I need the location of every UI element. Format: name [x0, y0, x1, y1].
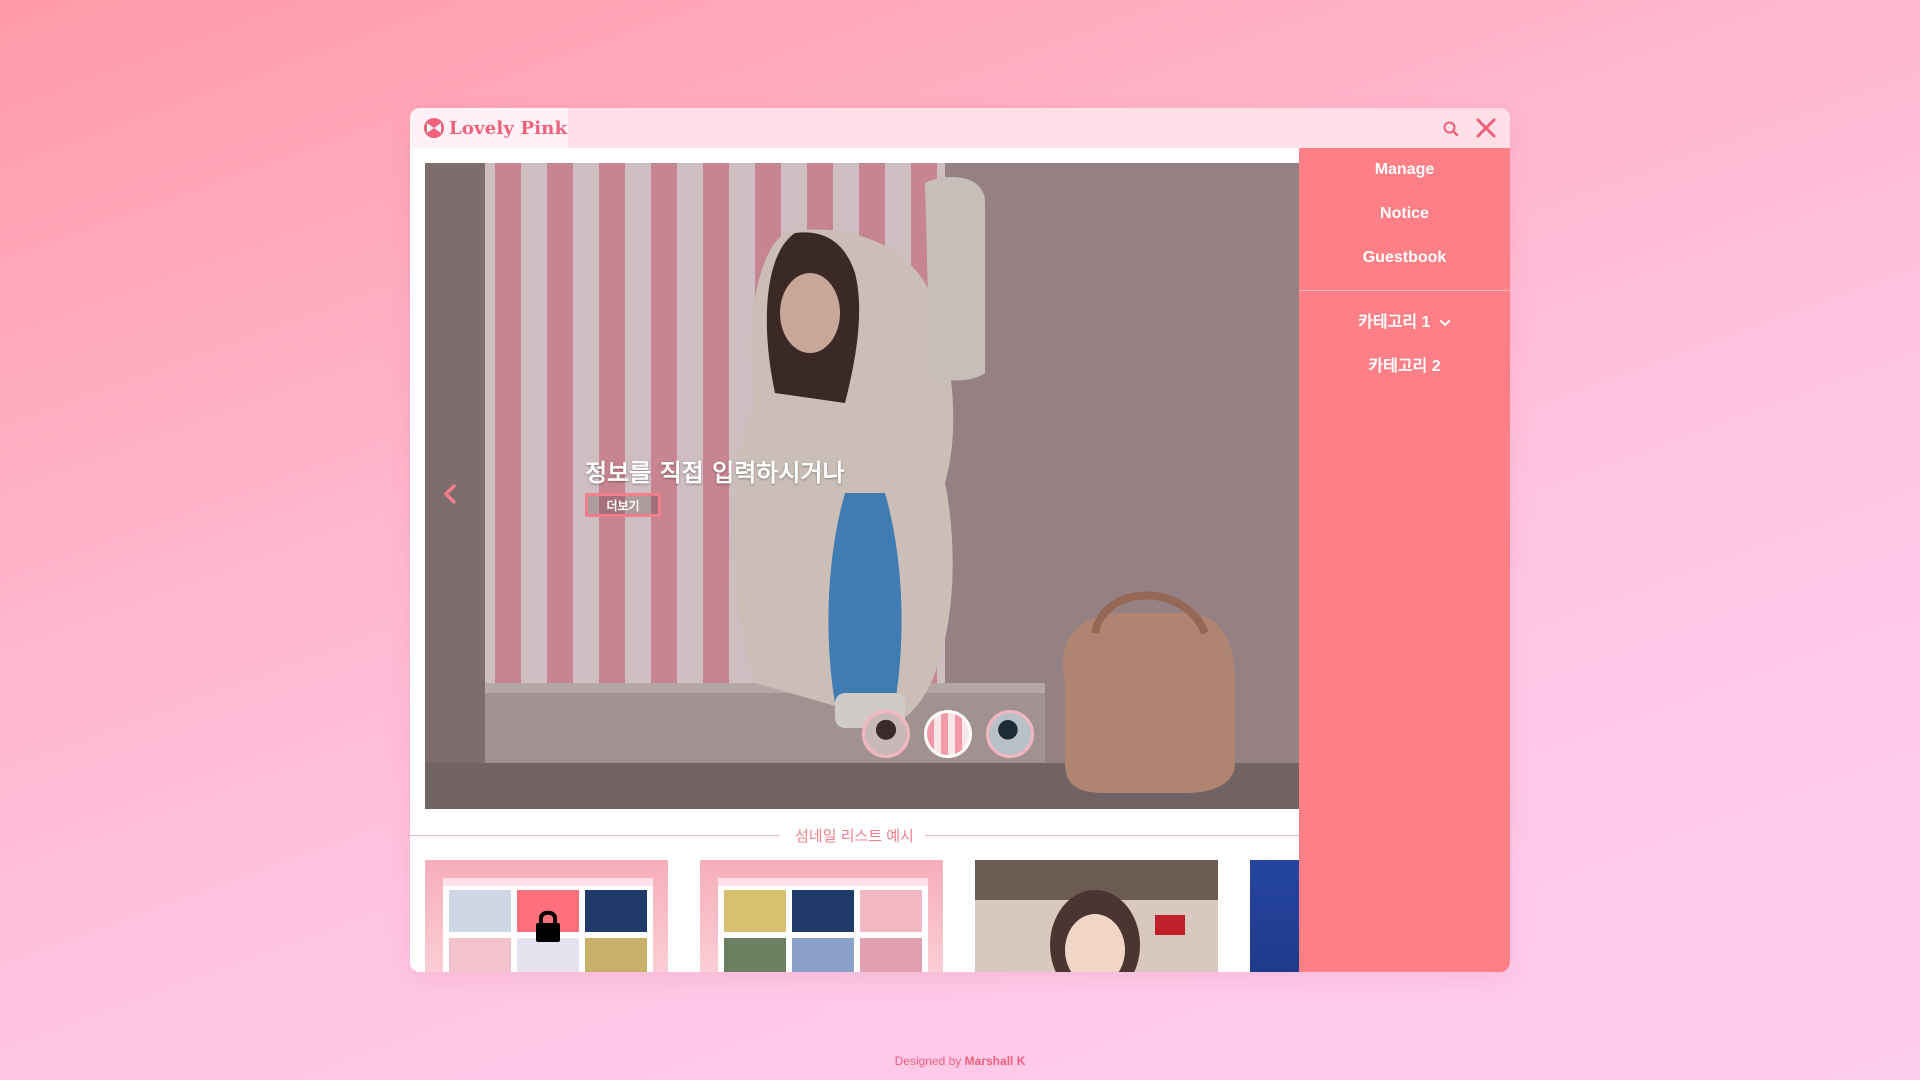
footer-prefix: Designed by	[894, 1054, 965, 1068]
category-1-label: 카테고리 1	[1358, 314, 1431, 331]
title-bar: Lovely Pink	[410, 108, 1510, 148]
thumbnail-item[interactable]	[425, 860, 668, 972]
more-button[interactable]: 더보기	[585, 493, 661, 517]
thumbnail-image	[443, 878, 653, 972]
blog-window: Lovely Pink 정보를 직접 입력하시거나 더보기 섬네일 리스트 예시…	[410, 108, 1510, 972]
main-content: 정보를 직접 입력하시거나 더보기 섬네일 리스트 예시	[410, 148, 1299, 972]
logo[interactable]: Lovely Pink	[410, 108, 568, 148]
sidebar-category-2[interactable]: 카테고리 2	[1299, 345, 1510, 389]
category-list: 카테고리 1 카테고리 2	[1299, 301, 1510, 389]
slide-indicators	[862, 710, 1034, 758]
sidebar-item-manage[interactable]: Manage	[1299, 148, 1510, 192]
sidebar-category-1[interactable]: 카테고리 1	[1299, 301, 1510, 345]
sidebar-menu: Manage Notice Guestbook	[1299, 148, 1510, 280]
image-slider[interactable]: 정보를 직접 입력하시거나 더보기	[425, 163, 1299, 809]
logo-text: Lovely Pink	[449, 117, 568, 139]
previous-slide-button[interactable]	[439, 481, 461, 507]
section-divider: 섬네일 리스트 예시	[410, 824, 1299, 846]
close-button[interactable]	[1474, 116, 1498, 140]
thumbnail-image	[975, 860, 1218, 972]
thumbnail-image	[718, 878, 928, 972]
section-title: 섬네일 리스트 예시	[789, 828, 920, 845]
slide-caption: 정보를 직접 입력하시거나	[585, 458, 845, 487]
lock-icon	[536, 910, 560, 942]
section-title-wrap: 섬네일 리스트 예시	[410, 825, 1299, 846]
close-icon	[1476, 118, 1496, 138]
search-icon	[1443, 121, 1459, 137]
slide-dot-2-active[interactable]	[924, 710, 972, 758]
slide-dot-3[interactable]	[986, 710, 1034, 758]
sidebar: Manage Notice Guestbook 카테고리 1 카테고리 2	[1299, 148, 1510, 972]
thumbnail-item[interactable]	[700, 860, 943, 972]
thumbnail-list	[425, 860, 1299, 972]
chevron-down-icon	[1439, 319, 1450, 326]
sidebar-item-notice[interactable]: Notice	[1299, 192, 1510, 236]
sidebar-item-guestbook[interactable]: Guestbook	[1299, 236, 1510, 280]
search-button[interactable]	[1440, 118, 1462, 140]
logo-icon	[424, 118, 444, 138]
chevron-left-icon	[444, 484, 456, 504]
thumbnail-item[interactable]	[1250, 860, 1299, 972]
sidebar-separator	[1299, 290, 1510, 291]
footer: Designed by Marshall K	[0, 1054, 1920, 1068]
footer-author-link[interactable]: Marshall K	[965, 1054, 1026, 1068]
slide-dot-1[interactable]	[862, 710, 910, 758]
thumbnail-item[interactable]	[975, 860, 1218, 972]
